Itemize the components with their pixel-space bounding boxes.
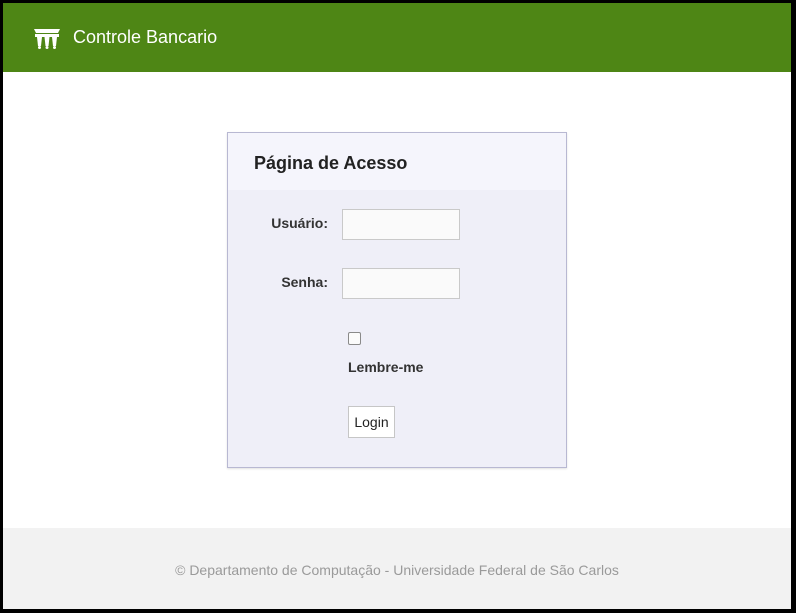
login-panel: Página de Acesso Usuário: Senha: Lembre-…	[227, 132, 567, 468]
password-label: Senha:	[281, 274, 328, 290]
footer-copyright: © Departamento de Computação - Universid…	[175, 562, 619, 578]
navbar: Controle Bancario	[3, 3, 791, 72]
browser-window: Controle Bancario Página de Acesso Usuár…	[3, 3, 791, 609]
password-input[interactable]	[342, 268, 460, 299]
remember-me-checkbox[interactable]	[348, 332, 361, 345]
panel-title: Página de Acesso	[254, 153, 408, 173]
footer: © Departamento de Computação - Universid…	[3, 528, 791, 609]
username-input[interactable]	[342, 209, 460, 240]
app-title[interactable]: Controle Bancario	[73, 25, 217, 49]
remember-me-label: Lembre-me	[348, 359, 424, 375]
bank-building-icon[interactable]	[32, 27, 62, 49]
login-button[interactable]: Login	[348, 406, 395, 438]
panel-heading: Página de Acesso	[228, 133, 566, 190]
username-label: Usuário:	[271, 215, 328, 231]
